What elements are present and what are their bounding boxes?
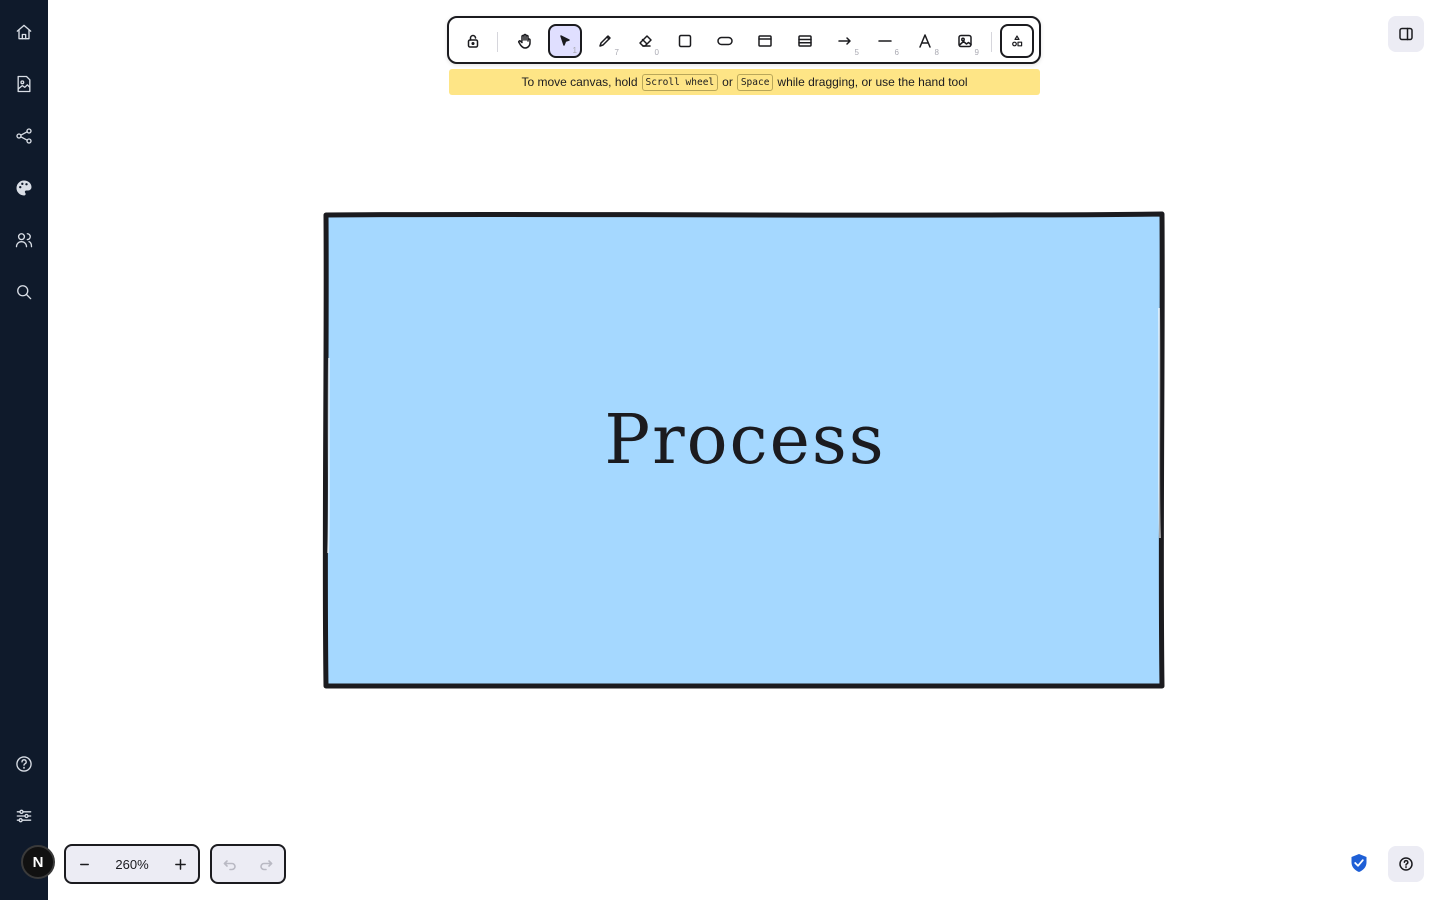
toolbar-divider — [497, 32, 498, 52]
table-icon — [798, 35, 812, 47]
hint-key-scroll-wheel: Scroll wheel — [641, 73, 719, 91]
help-corner-button[interactable] — [1388, 846, 1424, 882]
process-label[interactable]: Process — [330, 395, 1160, 485]
images-button[interactable] — [8, 68, 40, 100]
sidebar-toggle-button[interactable] — [1388, 16, 1424, 52]
extra-tools-button[interactable] — [1000, 24, 1034, 58]
hint-middle: or — [722, 75, 733, 89]
left-sidebar — [0, 0, 48, 900]
canvas-hint: To move canvas, hold Scroll wheel or Spa… — [449, 69, 1040, 95]
help-icon — [16, 756, 32, 772]
selection-shortcut: 1 — [572, 46, 577, 55]
image-tool-button[interactable]: 9 — [948, 24, 982, 58]
search-icon — [17, 285, 32, 300]
share-button[interactable] — [8, 120, 40, 152]
ellipse-icon — [717, 36, 733, 46]
collaborators-button[interactable] — [8, 224, 40, 256]
help-button[interactable] — [8, 748, 40, 780]
eraser-tool-button[interactable]: 0 — [628, 24, 662, 58]
plus-icon — [174, 858, 186, 870]
palette-icon — [16, 180, 32, 196]
line-tool-button[interactable]: 6 — [868, 24, 902, 58]
hint-prefix: To move canvas, hold — [521, 75, 638, 89]
sidebar-toggle-icon — [1399, 27, 1413, 41]
ellipse-tool-button[interactable] — [708, 24, 742, 58]
square-icon — [678, 34, 692, 48]
eraser-icon — [639, 35, 652, 47]
settings-button[interactable] — [8, 800, 40, 832]
arrow-tool-button[interactable]: 5 — [828, 24, 862, 58]
pointer-icon — [560, 35, 570, 46]
users-icon — [15, 233, 33, 248]
hint-suffix: while dragging, or use the hand tool — [777, 75, 968, 89]
undo-icon — [223, 860, 236, 871]
zoom-in-button[interactable] — [162, 846, 198, 882]
text-icon — [919, 34, 931, 48]
rectangle-tool-button[interactable] — [668, 24, 702, 58]
zoom-controls: 260% — [64, 844, 200, 884]
table-tool-button[interactable] — [788, 24, 822, 58]
line-shortcut: 6 — [894, 48, 899, 57]
avatar-initial: N — [32, 853, 44, 871]
shapes-icon — [1012, 35, 1023, 47]
redo-icon — [260, 860, 273, 871]
eraser-shortcut: 0 — [654, 48, 659, 57]
frame-tool-button[interactable] — [748, 24, 782, 58]
redo-button[interactable] — [251, 849, 281, 879]
pencil-icon — [599, 35, 611, 47]
theme-button[interactable] — [8, 172, 40, 204]
hand-icon — [518, 33, 531, 49]
encryption-badge[interactable] — [1348, 852, 1370, 874]
zoom-level[interactable]: 260% — [102, 857, 162, 872]
lock-tool-button[interactable] — [456, 24, 490, 58]
draw-shortcut: 7 — [614, 48, 619, 57]
lock-icon — [467, 34, 479, 48]
search-button[interactable] — [8, 276, 40, 308]
share-icon — [16, 128, 32, 144]
sliders-icon — [16, 809, 32, 823]
home-button[interactable] — [8, 16, 40, 48]
user-avatar[interactable]: N — [21, 845, 55, 879]
frame-icon — [758, 35, 772, 47]
image-shortcut: 9 — [974, 48, 979, 57]
draw-tool-button[interactable]: 7 — [588, 24, 622, 58]
toolbar-divider — [991, 32, 992, 52]
undo-button[interactable] — [215, 849, 245, 879]
minus-icon — [79, 863, 89, 865]
home-icon — [16, 24, 32, 40]
zoom-out-button[interactable] — [66, 846, 102, 882]
arrow-shortcut: 5 — [854, 48, 859, 57]
arrow-icon — [838, 37, 851, 45]
line-icon — [878, 40, 892, 42]
text-tool-button[interactable]: 8 — [908, 24, 942, 58]
hint-key-space: Space — [736, 73, 774, 91]
shield-check-icon — [1351, 854, 1367, 872]
selection-tool-button[interactable]: 1 — [548, 24, 582, 58]
image-document-icon — [17, 75, 31, 93]
history-controls — [210, 844, 286, 884]
help-circle-icon — [1399, 857, 1413, 871]
hand-tool-button[interactable] — [508, 24, 542, 58]
main-toolbar: 1 7 0 5 6 8 9 — [447, 16, 1041, 64]
text-shortcut: 8 — [934, 48, 939, 57]
image-icon — [958, 34, 972, 48]
